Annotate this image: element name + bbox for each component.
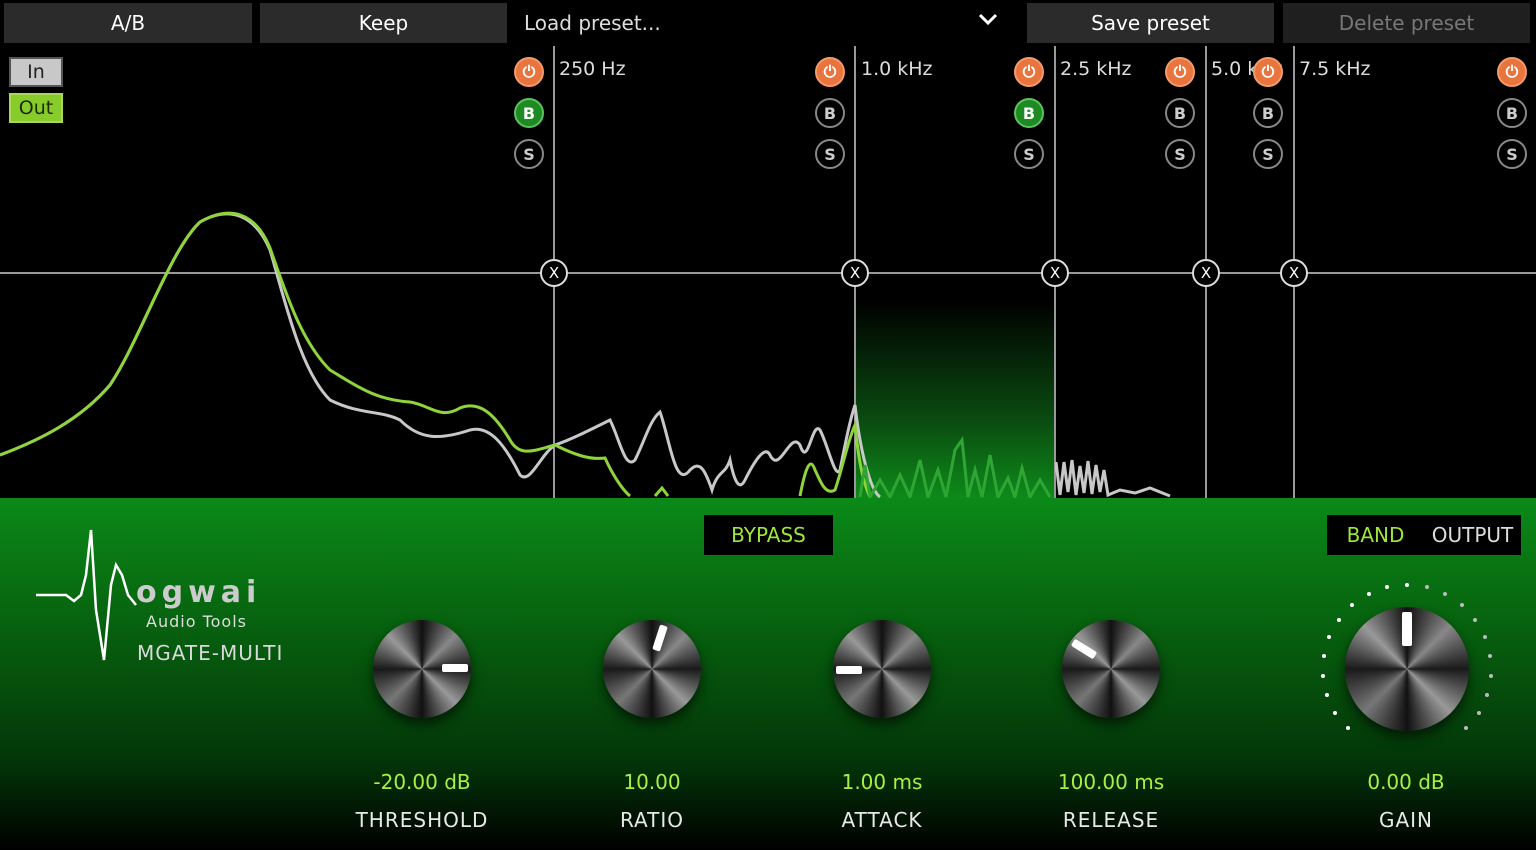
- brand-subtitle: Audio Tools: [146, 612, 247, 631]
- gain-scale-dot: [1337, 617, 1342, 622]
- knob-pointer: [836, 666, 862, 674]
- crossover-5-remove-close-icon[interactable]: X: [1280, 259, 1308, 287]
- attack-value: 1.00 ms: [841, 770, 923, 794]
- input-meter-toggle[interactable]: In: [9, 57, 63, 87]
- gain-label: GAIN: [1378, 808, 1434, 832]
- gain-scale-dot: [1424, 585, 1429, 590]
- knob-pointer: [1070, 638, 1098, 660]
- crossover-5-freq: 7.5 kHz: [1299, 58, 1371, 80]
- band-6-bypass-button[interactable]: B: [1497, 98, 1527, 128]
- crossover-2-freq: 1.0 kHz: [861, 58, 933, 80]
- gain-scale-dot: [1487, 653, 1492, 658]
- band-3-power-icon[interactable]: ⏻: [1014, 57, 1044, 87]
- output-meter-toggle[interactable]: Out: [9, 93, 63, 123]
- band-4-solo-button[interactable]: S: [1165, 139, 1195, 169]
- save-preset-button[interactable]: Save preset: [1027, 3, 1274, 43]
- band-6-power-icon[interactable]: ⏻: [1497, 57, 1527, 87]
- gain-scale-dot: [1484, 692, 1489, 697]
- gain-scale-dot: [1405, 583, 1409, 587]
- gain-knob[interactable]: [1345, 607, 1469, 731]
- band-1-bypass-button[interactable]: B: [514, 98, 544, 128]
- gain-scale-dot: [1366, 592, 1371, 597]
- gain-scale-dot: [1488, 673, 1493, 678]
- knob-pointer: [1402, 612, 1412, 646]
- chevron-down-icon: [976, 7, 1000, 37]
- crossover-2-remove-close-icon[interactable]: X: [841, 259, 869, 287]
- load-preset-dropdown[interactable]: Load preset...: [514, 3, 1018, 43]
- band-1-power-icon[interactable]: ⏻: [514, 57, 544, 87]
- crossover-4-remove-close-icon[interactable]: X: [1192, 259, 1220, 287]
- knob-pointer: [442, 664, 468, 672]
- gain-scale-dot: [1322, 653, 1327, 658]
- band-view-tab[interactable]: BAND: [1327, 523, 1424, 547]
- band-3-solo-button[interactable]: S: [1014, 139, 1044, 169]
- release-value: 100.00 ms: [1057, 770, 1165, 794]
- gain-scale-dot: [1482, 634, 1487, 639]
- band-5-power-icon[interactable]: ⏻: [1253, 57, 1283, 87]
- delete-preset-button[interactable]: Delete preset: [1283, 3, 1530, 43]
- knob-pointer: [652, 624, 668, 652]
- output-view-tab[interactable]: OUTPUT: [1424, 523, 1521, 547]
- gain-scale-dot: [1476, 710, 1481, 715]
- top-bar: A/B Keep Load preset... Save preset Dele…: [0, 0, 1536, 46]
- band-4-bypass-button[interactable]: B: [1165, 98, 1195, 128]
- brand-name: ogwai: [136, 575, 262, 610]
- threshold-value: -20.00 dB: [373, 770, 471, 794]
- band-2-bypass-button[interactable]: B: [815, 98, 845, 128]
- band-5-bypass-button[interactable]: B: [1253, 98, 1283, 128]
- ratio-knob[interactable]: [603, 620, 701, 718]
- band-1-solo-button[interactable]: S: [514, 139, 544, 169]
- ab-button[interactable]: A/B: [4, 3, 252, 43]
- crossover-1-freq: 250 Hz: [559, 58, 626, 80]
- attack-label: ATTACK: [841, 808, 923, 832]
- ratio-label: RATIO: [619, 808, 685, 832]
- keep-button[interactable]: Keep: [260, 3, 507, 43]
- crossover-3-freq: 2.5 kHz: [1060, 58, 1132, 80]
- ratio-value: 10.00: [623, 770, 681, 794]
- band-5-solo-button[interactable]: S: [1253, 139, 1283, 169]
- gain-scale-dot: [1321, 673, 1326, 678]
- crossover-1-remove-close-icon[interactable]: X: [540, 259, 568, 287]
- band-3-bypass-button[interactable]: B: [1014, 98, 1044, 128]
- threshold-label: THRESHOLD: [355, 808, 489, 832]
- release-knob[interactable]: [1062, 620, 1160, 718]
- brand-logo: ogwai Audio Tools MGATE-MULTI: [36, 525, 296, 675]
- release-label: RELEASE: [1062, 808, 1160, 832]
- view-toggle: BAND OUTPUT: [1327, 515, 1521, 555]
- gain-scale-dot: [1459, 603, 1464, 608]
- active-band-highlight: [856, 300, 1054, 498]
- gain-scale-dot: [1472, 617, 1477, 622]
- attack-knob[interactable]: [833, 620, 931, 718]
- band-2-solo-button[interactable]: S: [815, 139, 845, 169]
- load-preset-text: Load preset...: [524, 11, 661, 35]
- threshold-knob[interactable]: [373, 620, 471, 718]
- crossover-3-remove-close-icon[interactable]: X: [1041, 259, 1069, 287]
- gain-value: 0.00 dB: [1367, 770, 1445, 794]
- band-6-solo-button[interactable]: S: [1497, 139, 1527, 169]
- band-4-power-icon[interactable]: ⏻: [1165, 57, 1195, 87]
- bypass-button[interactable]: BYPASS: [704, 515, 833, 555]
- band-2-power-icon[interactable]: ⏻: [815, 57, 845, 87]
- product-name: MGATE-MULTI: [137, 641, 284, 665]
- output-spectrum-curve: [0, 211, 872, 498]
